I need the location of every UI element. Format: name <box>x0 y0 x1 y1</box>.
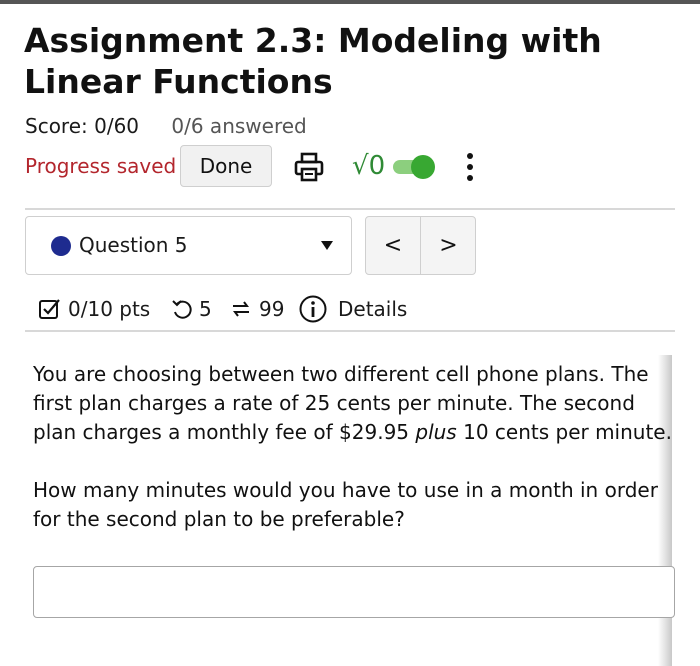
undo-icon <box>172 300 192 319</box>
action-bar: Progress saved Done √0 <box>25 145 675 189</box>
points-text: 0/10 pts <box>68 297 151 321</box>
question-selector[interactable]: Question 5 <box>25 216 352 275</box>
info-icon[interactable] <box>298 294 328 324</box>
score-summary: Score: 0/60 0/6 answered <box>25 113 307 139</box>
question-meta: 0/10 pts 5 99 Details <box>38 292 675 326</box>
question-body: You are choosing between two different c… <box>33 360 673 534</box>
attempts-item: 5 <box>171 292 212 326</box>
done-button[interactable]: Done <box>180 145 272 187</box>
versions-item: 99 <box>229 292 284 326</box>
top-border <box>0 0 700 4</box>
progress-status: Progress saved <box>25 154 177 178</box>
question-selector-label: Question 5 <box>79 233 188 257</box>
divider <box>25 330 675 332</box>
retry-icon <box>233 301 249 317</box>
points-item: 0/10 pts <box>38 292 150 326</box>
answered-count: 0/6 answered <box>171 114 307 138</box>
question-status-dot <box>51 236 71 256</box>
answer-input[interactable] <box>33 566 675 618</box>
score-text: Score: 0/60 <box>25 114 140 138</box>
question-paragraph: You are choosing between two different c… <box>33 362 672 444</box>
question-prompt: How many minutes would you have to use i… <box>33 478 658 531</box>
attempts-count: 5 <box>199 297 212 321</box>
versions-count: 99 <box>259 297 285 321</box>
checkbox-icon <box>39 299 60 319</box>
details-item[interactable]: Details <box>298 292 407 326</box>
printer-icon[interactable] <box>293 151 325 183</box>
question-nav: < > <box>365 216 476 275</box>
page-title: Assignment 2.3: Modeling with Linear Fun… <box>24 21 602 101</box>
math-entry-toggle[interactable] <box>391 155 435 179</box>
kebab-menu-icon[interactable] <box>455 147 485 187</box>
next-question-button[interactable]: > <box>421 217 476 274</box>
dropdown-caret-icon <box>321 241 333 250</box>
details-link[interactable]: Details <box>338 297 407 321</box>
math-entry-icon[interactable]: √0 <box>352 149 385 183</box>
previous-question-button[interactable]: < <box>366 217 421 274</box>
toggle-knob <box>411 155 435 179</box>
divider <box>25 208 675 210</box>
